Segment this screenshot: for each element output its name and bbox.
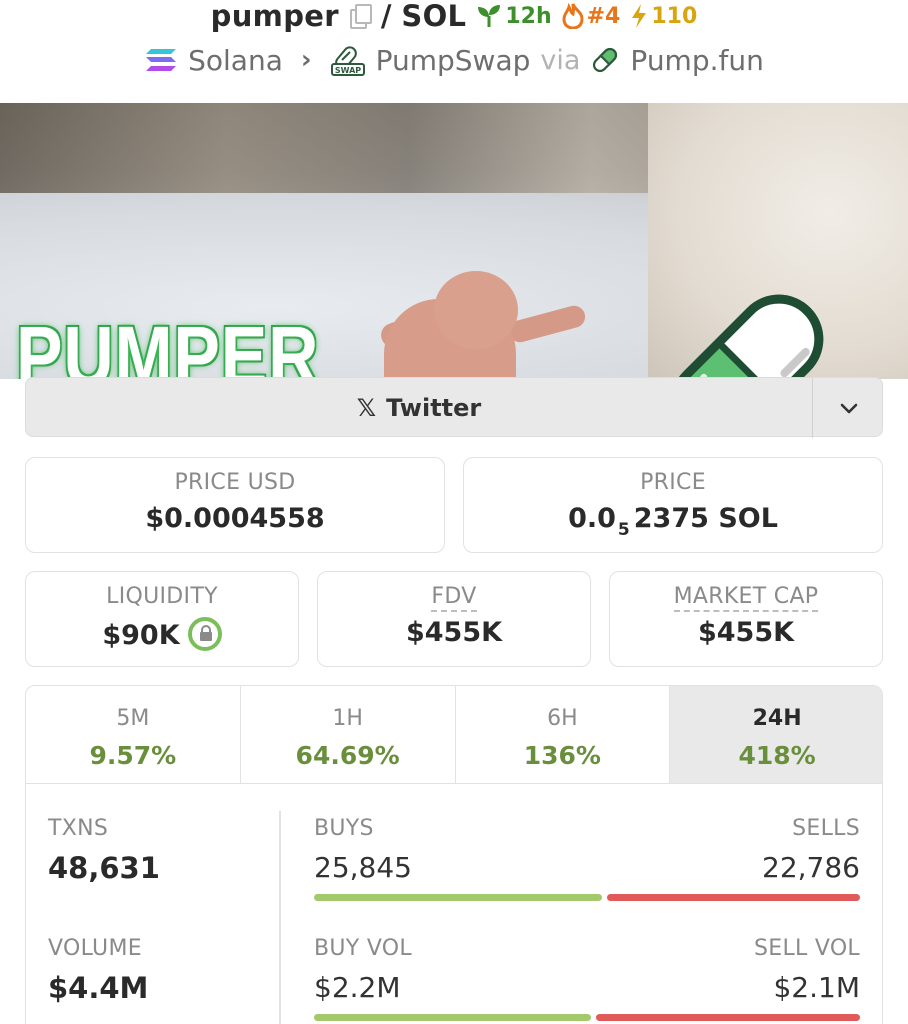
fdv-value: $455K	[405, 617, 503, 648]
tab-change: 136%	[523, 741, 601, 770]
liquidity-value: $90K	[102, 620, 180, 651]
price-unit: SOL	[718, 503, 778, 534]
txns-value: 48,631	[48, 851, 160, 885]
banner-brand-text: PUMPER	[16, 309, 320, 379]
twitter-label: Twitter	[386, 394, 482, 422]
age-badge: 12h	[476, 3, 552, 29]
sell-volume-metric: SELL VOL $2.1M	[754, 936, 860, 1004]
sells-metric: SELLS 22,786	[762, 816, 860, 884]
seedling-icon	[478, 5, 501, 27]
price-usd-label: PRICE USD	[174, 470, 296, 495]
buy-volume-metric: BUY VOL $2.2M	[314, 936, 412, 1004]
copy-icon[interactable]	[349, 4, 372, 29]
buys-metric: BUYS 25,845	[314, 816, 412, 884]
buys-label: BUYS	[314, 816, 374, 841]
price-usd-value: $0.0004558	[145, 503, 325, 534]
chevron-down-icon	[840, 403, 857, 414]
pumpswap-icon: SWAP	[330, 46, 365, 76]
tab-6h[interactable]: 6H 136%	[456, 686, 671, 783]
solana-icon	[146, 49, 177, 71]
buys-ratio-bar	[314, 894, 602, 901]
sell-volume-label: SELL VOL	[753, 936, 860, 961]
quote-symbol: SOL	[401, 0, 467, 33]
via-label: via	[540, 44, 581, 76]
price-native-label: PRICE	[640, 470, 706, 495]
lock-icon[interactable]	[187, 617, 222, 651]
tab-change: 418%	[738, 741, 816, 770]
sell-volume-value: $2.1M	[773, 971, 860, 1004]
buy-volume-value: $2.2M	[314, 971, 401, 1004]
volume-value: $4.4M	[48, 971, 149, 1005]
buys-value: 25,845	[314, 851, 412, 884]
timeframe-tabs: 5M 9.57% 1H 64.69% 6H 136% 24H 418%	[26, 686, 882, 784]
boost-value: 110	[651, 3, 698, 29]
boost-badge: 110	[630, 3, 697, 29]
lightning-icon	[632, 4, 647, 28]
market-cap-card: MARKET CAP $455K	[609, 571, 883, 667]
tab-5m[interactable]: 5M 9.57%	[26, 686, 241, 783]
sells-value: 22,786	[762, 851, 860, 884]
buy-volume-label: BUY VOL	[314, 936, 412, 961]
pill-icon	[670, 294, 824, 379]
chevron-right-icon: ›	[300, 45, 312, 75]
pair-separator: /	[380, 0, 392, 33]
buy-volume-ratio-bar	[314, 1014, 591, 1021]
stats-divider	[279, 811, 281, 1024]
price-usd-card: PRICE USD $0.0004558	[25, 457, 445, 553]
liquidity-value-row: $90K	[26, 617, 298, 651]
tab-24h[interactable]: 24H 418%	[670, 686, 882, 783]
svg-text:SWAP: SWAP	[334, 66, 360, 75]
volume-metric: VOLUME $4.4M	[48, 936, 148, 1005]
liquidity-card: LIQUIDITY $90K	[25, 571, 299, 667]
fdv-card: FDV $455K	[317, 571, 591, 667]
tab-change: 64.69%	[295, 741, 400, 770]
twitter-button[interactable]: 𝕏 Twitter	[26, 378, 812, 438]
x-logo-icon: 𝕏	[356, 394, 377, 422]
pair-title: pumper / SOL 12h #4 110	[0, 0, 908, 33]
liquidity-label: LIQUIDITY	[106, 584, 218, 609]
price-native-value: 0.0 5 2375 SOL	[464, 503, 882, 540]
tab-label: 6H	[547, 706, 578, 731]
market-cap-value: $455K	[697, 617, 795, 648]
tab-label: 1H	[332, 706, 363, 731]
banner-figure-head	[434, 271, 518, 349]
price-digits: 2375	[633, 503, 709, 534]
token-symbol: pumper	[210, 0, 339, 33]
tab-label: 24H	[752, 706, 802, 731]
fdv-label-text: FDV	[431, 584, 477, 612]
dex-link[interactable]: PumpSwap	[376, 44, 531, 77]
sell-volume-ratio-bar	[596, 1014, 860, 1021]
chain-link[interactable]: Solana	[188, 44, 283, 77]
txns-metric: TXNS 48,631	[48, 816, 160, 885]
sells-label: SELLS	[792, 816, 860, 841]
flame-icon	[562, 3, 584, 29]
tab-1h[interactable]: 1H 64.69%	[241, 686, 456, 783]
market-cap-label-text: MARKET CAP	[673, 584, 819, 612]
age-value: 12h	[505, 3, 552, 29]
price-native-card: PRICE 0.0 5 2375 SOL	[463, 457, 883, 553]
txns-label: TXNS	[48, 816, 109, 841]
breadcrumb: Solana › SWAP PumpSwap via Pump.fun	[0, 40, 908, 80]
launchpad-link[interactable]: Pump.fun	[630, 44, 763, 77]
trading-stats-panel: 5M 9.57% 1H 64.69% 6H 136% 24H 418% TXNS…	[25, 685, 883, 1024]
tab-label: 5M	[116, 706, 150, 731]
socials-bar: 𝕏 Twitter	[25, 377, 884, 438]
price-prefix: 0.0	[568, 503, 616, 534]
price-zero-count: 5	[617, 520, 630, 540]
tab-change: 9.57%	[89, 741, 177, 770]
more-socials-button[interactable]	[812, 378, 884, 438]
sells-ratio-bar	[607, 894, 860, 901]
token-banner-image: PUMPER	[0, 103, 908, 379]
trending-rank-badge: #4	[562, 3, 621, 29]
volume-label: VOLUME	[48, 936, 142, 961]
rank-value: #4	[586, 3, 621, 29]
pill-icon	[593, 47, 618, 73]
fdv-label[interactable]: FDV	[318, 584, 590, 612]
market-cap-label[interactable]: MARKET CAP	[610, 584, 882, 612]
